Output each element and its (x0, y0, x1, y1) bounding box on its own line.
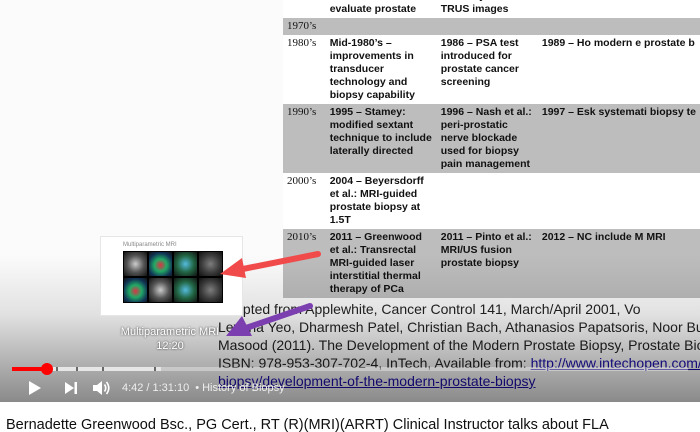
event-cell (436, 18, 538, 35)
chapter-marker (102, 367, 104, 371)
play-button[interactable] (24, 377, 46, 399)
history-row: 1980’s Mid-1980’s – improvements in trans… (283, 35, 700, 104)
chapter-bullet: • (195, 382, 200, 394)
event-cell: 1986 – PSA test introduced for prostate … (436, 35, 538, 104)
event-cell: 2011 – Greenwood et al.: Transrectal MRI… (325, 229, 437, 298)
event-cell (325, 18, 437, 35)
mri-scan-image (148, 251, 173, 277)
chapter-marker (154, 367, 156, 371)
video-frame: Ouichi: TRUS to evaluate prostateclinica… (0, 0, 700, 402)
purple-arrow-icon (226, 303, 313, 336)
event-cell (537, 173, 700, 229)
event-cell: clinically useful TRUS images (436, 0, 538, 18)
red-arrow-icon (220, 251, 321, 278)
event-cell: 1996 – Nash et al.: peri-prostatic nerve… (436, 104, 538, 173)
time-display: 4:42/1:31:10 • History of Biopsy (122, 382, 285, 394)
volume-button[interactable] (90, 377, 114, 399)
video-title: Bernadette Greenwood Bsc., PG Cert., RT … (6, 417, 609, 432)
event-cell: 2004 – Beyersdorff et al.: MRI-guided pr… (325, 173, 437, 229)
next-icon (65, 382, 77, 394)
video-player[interactable]: Ouichi: TRUS to evaluate prostateclinica… (0, 0, 700, 402)
event-cell: Ouichi: TRUS to evaluate prostate (325, 0, 437, 18)
event-cell (537, 18, 700, 35)
chapter-marker (76, 367, 78, 371)
event-cell: 1997 – Esk systemati biopsy te (537, 104, 700, 173)
history-row: 2010’s 2011 – Greenwood et al.: Transrect… (283, 229, 700, 298)
mri-scan-image (173, 277, 198, 303)
chapter-title-button[interactable]: History of Biopsy (202, 382, 285, 394)
history-row: Ouichi: TRUS to evaluate prostateclinica… (283, 0, 700, 18)
history-row: 1990’s 1995 – Stamey: modified sextant te… (283, 104, 700, 173)
decade-cell: 1980’s (283, 35, 326, 104)
next-video-button[interactable] (60, 377, 82, 399)
preview-chapter-label: Multiparametric MRI (120, 326, 220, 338)
mri-scan-image (173, 251, 198, 277)
preview-mri-images (123, 251, 223, 303)
progress-bar[interactable] (12, 363, 688, 375)
event-cell: Mid-1980’s – improvements in transducer … (325, 35, 437, 104)
mri-scan-image (198, 277, 223, 303)
player-controls: 4:42/1:31:10 • History of Biopsy (0, 374, 700, 402)
preview-slide-title: Multiparametric MRI (123, 242, 177, 248)
time-separator: / (146, 382, 150, 394)
event-cell (436, 173, 538, 229)
decade-cell: 1990’s (283, 104, 326, 173)
event-cell: 1989 – Ho modern e prostate b (537, 35, 700, 104)
biopsy-history-table: Ouichi: TRUS to evaluate prostateclinica… (283, 0, 700, 298)
mri-scan-image (148, 277, 173, 303)
decade-cell (283, 0, 326, 18)
duration: 1:31:10 (152, 382, 190, 394)
current-time: 4:42 (122, 382, 144, 394)
event-cell: three di zones (537, 0, 700, 18)
volume-icon (93, 381, 110, 395)
event-cell: 2012 – NC include M MRI (537, 229, 700, 298)
event-cell: 1995 – Stamey: modified sextant techniqu… (325, 104, 437, 173)
mri-scan-image (123, 251, 148, 277)
preview-timestamp: 12:20 (156, 340, 184, 352)
mri-scan-image (123, 277, 148, 303)
history-row: 1970’s (283, 18, 700, 35)
history-row: 2000’s 2004 – Beyersdorff et al.: MRI-gui… (283, 173, 700, 229)
decade-cell: 1970’s (283, 18, 326, 35)
event-cell: 2011 – Pinto et al.: MRI/US fusion prost… (436, 229, 538, 298)
play-icon (29, 381, 41, 395)
chapter-marker (56, 367, 58, 371)
decade-cell: 2000’s (283, 173, 326, 229)
